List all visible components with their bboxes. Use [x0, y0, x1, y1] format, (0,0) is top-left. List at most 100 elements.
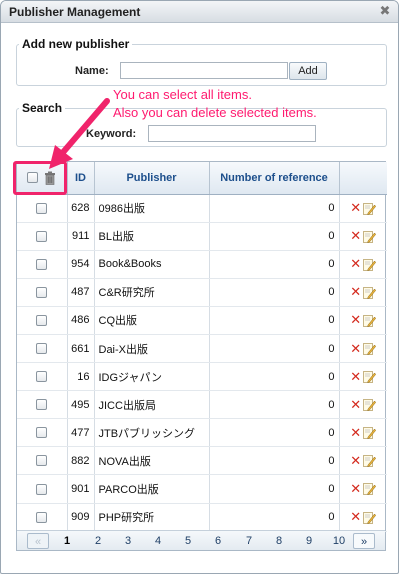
row-checkbox[interactable]: [36, 258, 48, 270]
row-id: 909: [67, 503, 95, 532]
page-link[interactable]: 6: [210, 533, 226, 549]
delete-icon[interactable]: ✕: [350, 509, 361, 524]
delete-icon[interactable]: ✕: [350, 284, 361, 299]
row-checkbox[interactable]: [36, 511, 48, 523]
edit-icon[interactable]: [363, 202, 377, 215]
table-row[interactable]: 495 JICC出版局 0 ✕: [17, 390, 387, 420]
edit-icon[interactable]: [363, 258, 377, 271]
row-select-cell: [17, 474, 68, 504]
row-refs: 0: [209, 390, 340, 420]
add-publisher-legend: Add new publisher: [22, 37, 130, 51]
page-link[interactable]: 5: [180, 533, 196, 549]
row-checkbox[interactable]: [36, 343, 48, 355]
row-refs: 0: [209, 194, 340, 223]
row-publisher: PARCO出版: [94, 474, 210, 504]
table-row[interactable]: 487 C&R研究所 0 ✕: [17, 278, 387, 307]
row-actions: ✕: [339, 194, 387, 223]
edit-icon[interactable]: [363, 314, 377, 327]
delete-icon[interactable]: ✕: [350, 341, 361, 356]
page-link[interactable]: 9: [301, 533, 317, 549]
edit-icon[interactable]: [363, 286, 377, 299]
row-checkbox[interactable]: [36, 202, 48, 214]
edit-icon[interactable]: [363, 482, 377, 496]
row-actions: ✕: [339, 278, 387, 307]
row-id: 661: [67, 334, 95, 364]
edit-icon[interactable]: [363, 511, 377, 524]
delete-icon[interactable]: ✕: [350, 481, 361, 496]
row-select-cell: [17, 390, 68, 420]
row-checkbox[interactable]: [36, 483, 48, 495]
row-checkbox[interactable]: [36, 315, 48, 327]
page-link[interactable]: 8: [271, 533, 287, 549]
row-checkbox[interactable]: [36, 427, 48, 439]
row-refs: 0: [209, 503, 340, 532]
row-checkbox[interactable]: [36, 399, 48, 411]
table-row[interactable]: 628 0986出版 0 ✕: [17, 194, 387, 223]
close-icon[interactable]: ✖: [378, 4, 392, 18]
edit-icon[interactable]: [363, 426, 377, 440]
row-select-cell: [17, 503, 68, 532]
table-row[interactable]: 909 PHP研究所 0 ✕: [17, 503, 387, 532]
page-link[interactable]: 7: [241, 533, 257, 549]
row-id: 487: [67, 278, 95, 307]
refs-column-header[interactable]: Number of reference: [209, 162, 340, 195]
delete-icon[interactable]: ✕: [350, 453, 361, 468]
delete-icon[interactable]: ✕: [350, 312, 361, 327]
row-publisher: NOVA出版: [94, 446, 210, 476]
page-link[interactable]: 10: [331, 533, 347, 549]
row-publisher: CQ出版: [94, 306, 210, 335]
row-actions: ✕: [339, 503, 387, 532]
name-input[interactable]: [120, 62, 288, 79]
row-refs: 0: [209, 474, 340, 504]
edit-icon[interactable]: [363, 342, 377, 355]
actions-column-header: [339, 162, 387, 195]
delete-icon[interactable]: ✕: [350, 397, 361, 412]
page-link[interactable]: 3: [120, 533, 136, 549]
row-refs: 0: [209, 446, 340, 476]
row-checkbox[interactable]: [36, 230, 48, 242]
prev-page-button[interactable]: «: [27, 533, 49, 549]
row-checkbox[interactable]: [36, 286, 48, 298]
edit-icon[interactable]: [363, 230, 377, 243]
row-refs: 0: [209, 334, 340, 364]
annotation-line-1: You can select all items.: [113, 87, 252, 102]
add-button[interactable]: Add: [289, 62, 327, 80]
page-link[interactable]: 2: [90, 533, 106, 549]
row-actions: ✕: [339, 446, 387, 476]
row-checkbox[interactable]: [36, 371, 48, 383]
table-row[interactable]: 911 BL出版 0 ✕: [17, 222, 387, 251]
delete-icon[interactable]: ✕: [350, 256, 361, 271]
delete-icon[interactable]: ✕: [350, 200, 361, 215]
row-refs: 0: [209, 250, 340, 279]
edit-icon[interactable]: [363, 370, 377, 384]
keyword-input[interactable]: [148, 125, 316, 142]
table-row[interactable]: 661 Dai-X出版 0 ✕: [17, 334, 387, 364]
row-checkbox[interactable]: [36, 455, 48, 467]
page-link[interactable]: 4: [150, 533, 166, 549]
row-refs: 0: [209, 418, 340, 448]
row-actions: ✕: [339, 418, 387, 448]
row-publisher: Book&Books: [94, 250, 210, 279]
next-page-button[interactable]: »: [353, 533, 375, 549]
row-select-cell: [17, 306, 68, 335]
page-link[interactable]: 1: [59, 533, 75, 549]
table-row[interactable]: 954 Book&Books 0 ✕: [17, 250, 387, 279]
row-select-cell: [17, 334, 68, 364]
table-row[interactable]: 477 JTBパブリッシング 0 ✕: [17, 418, 387, 448]
row-refs: 0: [209, 362, 340, 392]
row-publisher: BL出版: [94, 222, 210, 251]
row-refs: 0: [209, 278, 340, 307]
delete-icon[interactable]: ✕: [350, 425, 361, 440]
title-bar: Publisher Management ✖: [1, 1, 398, 23]
row-publisher: 0986出版: [94, 194, 210, 223]
delete-icon[interactable]: ✕: [350, 228, 361, 243]
row-actions: ✕: [339, 474, 387, 504]
table-row[interactable]: 882 NOVA出版 0 ✕: [17, 446, 387, 476]
edit-icon[interactable]: [363, 454, 377, 468]
table-row[interactable]: 901 PARCO出版 0 ✕: [17, 474, 387, 504]
delete-icon[interactable]: ✕: [350, 369, 361, 384]
table-row[interactable]: 16 IDGジャパン 0 ✕: [17, 362, 387, 392]
edit-icon[interactable]: [363, 398, 377, 412]
row-publisher: C&R研究所: [94, 278, 210, 307]
table-row[interactable]: 486 CQ出版 0 ✕: [17, 306, 387, 335]
